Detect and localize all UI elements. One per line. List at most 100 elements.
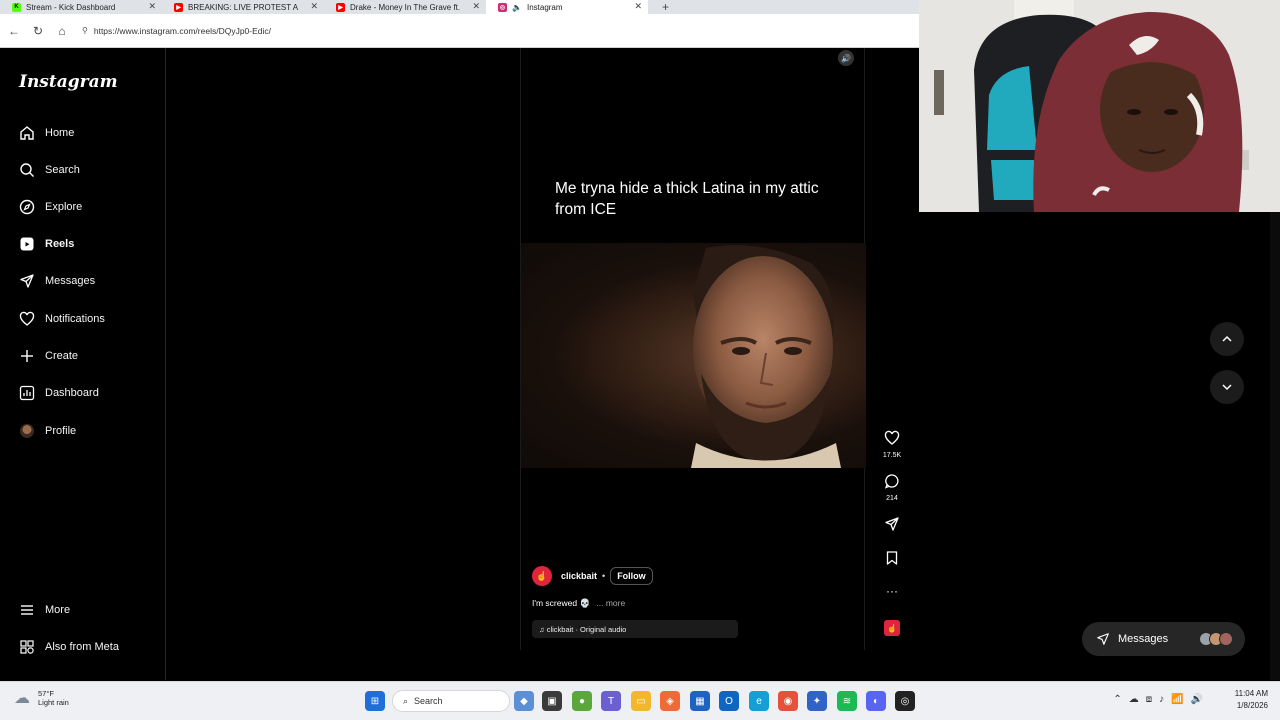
audio-label[interactable]: ♫ clickbait · Original audio xyxy=(532,620,738,638)
webcam-overlay xyxy=(919,0,1280,212)
comment-count: 214 xyxy=(886,495,898,502)
sidebar-item-explore[interactable]: Explore xyxy=(19,196,82,218)
sidebar-item-label: Messages xyxy=(45,275,96,287)
sidebar-item-notifications[interactable]: Notifications xyxy=(19,308,105,330)
sidebar-item-label: Profile xyxy=(45,425,77,437)
chart-icon xyxy=(19,385,35,401)
sidebar-item-create[interactable]: Create xyxy=(19,345,78,367)
avatar xyxy=(20,424,34,438)
app-icon[interactable]: ● xyxy=(572,691,592,711)
new-tab-icon[interactable]: + xyxy=(662,0,669,14)
browser-tab[interactable]: ▶ Drake - Money In The Grave ft. Ri ✕ xyxy=(324,0,486,14)
follow-button[interactable]: Follow xyxy=(610,567,653,585)
sidebar-item-label: Reels xyxy=(45,238,75,250)
reel-author: ☝ clickbait • Follow xyxy=(532,566,653,586)
discord-icon[interactable]: ◐ xyxy=(866,691,886,711)
app-icon[interactable]: ◉ xyxy=(778,691,798,711)
share-action[interactable] xyxy=(876,516,908,537)
outlook-icon[interactable]: O xyxy=(719,691,739,711)
more-options-icon[interactable]: ··· xyxy=(876,584,908,598)
paper-plane-icon xyxy=(885,517,899,531)
browser-tab[interactable]: ▶ BREAKING: LIVE PROTEST AFT ✕ xyxy=(162,0,324,14)
teams-icon[interactable]: T xyxy=(601,691,621,711)
more-link[interactable]: ... more xyxy=(596,598,625,608)
right-panel xyxy=(920,212,1280,680)
weather-widget[interactable]: ☁ 57°F Light rain xyxy=(14,688,69,708)
system-tray[interactable]: ⌃☁⧈♪📶🔊 xyxy=(1113,694,1210,705)
sidebar-item-reels[interactable]: Reels xyxy=(19,233,74,255)
like-action[interactable]: 17.5K xyxy=(876,430,908,459)
address-bar: ← ↻ ⌂ ⚲ https://www.instagram.com/reels/… xyxy=(0,14,920,48)
previous-reel-button[interactable] xyxy=(1210,322,1244,356)
bookmark-icon xyxy=(886,551,898,565)
audio-thumb-icon: ☝ xyxy=(884,620,900,636)
avatar[interactable]: ☝ xyxy=(532,566,552,586)
close-icon[interactable]: ✕ xyxy=(634,1,642,12)
kick-favicon-icon: K xyxy=(12,2,21,12)
app-icon[interactable]: ◆ xyxy=(514,691,534,711)
sidebar-item-dashboard[interactable]: Dashboard xyxy=(19,382,99,404)
reload-icon[interactable]: ↻ xyxy=(26,24,50,38)
instagram-logo[interactable]: Instagram xyxy=(19,72,118,92)
edge-icon[interactable]: e xyxy=(749,691,769,711)
reel-video[interactable]: 🔊 Me tryna hide a thick Latina in my att… xyxy=(520,48,866,650)
spotify-icon[interactable]: ≋ xyxy=(837,691,857,711)
scrollbar[interactable] xyxy=(1270,212,1280,680)
sidebar-item-profile[interactable]: Profile xyxy=(19,420,76,442)
menu-icon xyxy=(19,602,35,618)
sidebar-item-label: Create xyxy=(45,350,79,362)
clock[interactable]: 11:04 AM 1/8/2026 xyxy=(1235,688,1268,712)
meta-icon xyxy=(19,639,35,655)
avatar xyxy=(1219,632,1233,646)
sidebar-item-also-from-meta[interactable]: Also from Meta xyxy=(19,636,119,658)
compass-icon xyxy=(19,199,35,215)
messages-button[interactable]: Messages xyxy=(1082,622,1245,656)
weather-temp: 57°F xyxy=(38,689,54,698)
tab-title: Drake - Money In The Grave ft. Ri xyxy=(350,2,460,12)
app-icon[interactable]: ✦ xyxy=(807,691,827,711)
home-icon[interactable]: ⌂ xyxy=(50,24,74,38)
windows-start-icon[interactable]: ⊞ xyxy=(365,691,385,711)
browser-tab-active[interactable]: ◎ 🔈 Instagram ✕ xyxy=(486,0,648,14)
chevron-down-icon xyxy=(1222,384,1232,391)
sidebar-item-label: Dashboard xyxy=(45,387,99,399)
file-explorer-icon[interactable]: ▭ xyxy=(631,691,651,711)
taskbar: ☁ 57°F Light rain ⊞ ⌕ Search ◆ ▣ ● T ▭ ◈… xyxy=(0,681,1280,720)
clock-time: 11:04 AM xyxy=(1234,689,1268,698)
audio-thumbnail[interactable]: ☝ xyxy=(876,620,908,636)
sidebar-item-label: Notifications xyxy=(45,313,105,325)
url-field[interactable]: ⚲ https://www.instagram.com/reels/DQyJp0… xyxy=(82,26,271,36)
close-icon[interactable]: ✕ xyxy=(310,1,318,12)
obs-icon[interactable]: ◎ xyxy=(895,691,915,711)
reel-overlay-text: Me tryna hide a thick Latina in my attic… xyxy=(555,180,819,218)
description-text: I'm screwed 💀 xyxy=(532,598,591,608)
tab-title: Instagram xyxy=(526,2,563,12)
app-icon[interactable]: ◈ xyxy=(660,691,680,711)
save-action[interactable] xyxy=(876,550,908,571)
sidebar-item-search[interactable]: Search xyxy=(19,159,80,181)
taskbar-search[interactable]: ⌕ Search xyxy=(392,690,510,712)
sidebar-item-messages[interactable]: Messages xyxy=(19,270,95,292)
heart-icon xyxy=(884,430,900,445)
heart-icon xyxy=(19,311,35,327)
sidebar-item-label: Also from Meta xyxy=(45,641,119,653)
close-icon[interactable]: ✕ xyxy=(472,1,480,12)
comment-icon xyxy=(884,474,899,489)
site-info-icon[interactable]: ⚲ xyxy=(82,26,88,35)
author-name[interactable]: clickbait xyxy=(561,571,597,581)
back-arrow-icon[interactable]: ← xyxy=(2,24,26,38)
next-reel-button[interactable] xyxy=(1210,370,1244,404)
sidebar-item-home[interactable]: Home xyxy=(19,122,74,144)
messages-label: Messages xyxy=(1118,633,1169,645)
sidebar-item-more[interactable]: More xyxy=(19,599,70,621)
sidebar: Instagram Home Search Explore Reels Mess… xyxy=(3,48,166,680)
plus-icon xyxy=(19,348,35,364)
speaker-icon: 🔈 xyxy=(512,2,522,12)
close-icon[interactable]: ✕ xyxy=(148,1,156,12)
volume-icon[interactable]: 🔊 xyxy=(838,50,854,66)
reel-description: I'm screwed 💀 ... more xyxy=(532,598,625,609)
comment-action[interactable]: 214 xyxy=(876,473,908,502)
browser-tab[interactable]: K Stream - Kick Dashboard ✕ xyxy=(0,0,162,14)
task-view-icon[interactable]: ▣ xyxy=(542,691,562,711)
store-icon[interactable]: ▦ xyxy=(690,691,710,711)
